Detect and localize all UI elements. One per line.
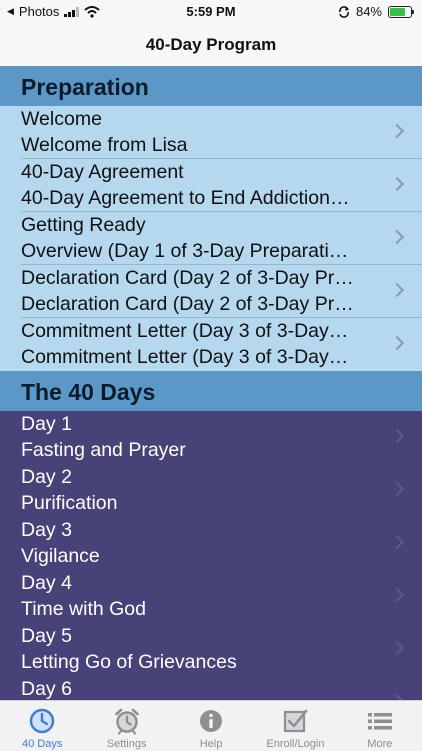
row-title: Day 2: [21, 466, 72, 488]
tab-settings[interactable]: Settings: [84, 701, 168, 751]
tab-enroll-login[interactable]: Enroll/Login: [253, 701, 337, 751]
list-item-welcome[interactable]: Welcome Welcome from Lisa: [0, 106, 422, 159]
chevron-right-icon: [389, 335, 405, 351]
chevron-right-icon: [389, 428, 405, 444]
row-title: Day 1: [21, 413, 72, 435]
tab-help[interactable]: Help: [169, 701, 253, 751]
row-title: Getting Ready: [21, 214, 146, 236]
row-title: Day 6: [21, 678, 72, 700]
row-title: 40-Day Agreement: [21, 161, 184, 183]
status-right: 84%: [338, 4, 414, 19]
row-title: Welcome: [21, 108, 102, 130]
row-subtitle: Commitment Letter (Day 3 of 3-Day…: [21, 346, 349, 368]
row-subtitle: Vigilance: [21, 545, 100, 567]
row-subtitle: Welcome from Lisa: [21, 134, 188, 156]
chevron-right-icon: [389, 481, 405, 497]
chevron-right-icon: [389, 640, 405, 656]
tab-bar: 40 Days Settings Help Enroll/Login More: [0, 700, 422, 751]
section-header-40-days: The 40 Days: [0, 371, 422, 411]
chevron-right-icon: [389, 587, 405, 603]
page-title: 40-Day Program: [145, 35, 277, 54]
row-title: Day 4: [21, 572, 72, 594]
row-subtitle: Fasting and Prayer: [21, 439, 186, 461]
tab-40-days[interactable]: 40 Days: [0, 701, 84, 751]
battery-percent: 84%: [355, 4, 382, 19]
row-subtitle: Declaration Card (Day 2 of 3-Day Pr…: [21, 293, 354, 315]
rotation-lock-icon: [339, 5, 349, 18]
tab-label: Settings: [106, 738, 147, 750]
tab-label: 40 Days: [22, 738, 63, 750]
tab-label: More: [367, 738, 393, 750]
chevron-right-icon: [389, 282, 405, 298]
row-subtitle: Letting Go of Grievances: [21, 651, 237, 673]
list-item-day-3[interactable]: Day 3 Vigilance: [0, 517, 422, 570]
status-bar: ◀ Photos 5:59 PM 84%: [0, 0, 422, 24]
row-title: Day 3: [21, 519, 72, 541]
program-list[interactable]: Preparation Welcome Welcome from Lisa 40…: [0, 66, 422, 700]
clock-icon: [30, 708, 55, 734]
tab-more[interactable]: More: [338, 701, 422, 751]
tab-label: Enroll/Login: [266, 738, 325, 750]
row-title: Day 5: [21, 625, 72, 647]
list-item-day-1[interactable]: Day 1 Fasting and Prayer: [0, 411, 422, 464]
section-header-preparation: Preparation: [0, 66, 422, 106]
row-subtitle: Overview (Day 1 of 3-Day Preparati…: [21, 240, 349, 262]
navigation-bar: 40-Day Program: [0, 24, 422, 67]
row-subtitle: Time with God: [21, 598, 146, 620]
row-title: Commitment Letter (Day 3 of 3-Day…: [21, 320, 349, 342]
chevron-right-icon: [389, 123, 405, 139]
alarm-clock-icon: [114, 708, 139, 735]
list-item-getting-ready[interactable]: Getting Ready Overview (Day 1 of 3-Day P…: [0, 212, 422, 265]
list-icon: [367, 713, 392, 730]
list-item-commitment-letter[interactable]: Commitment Letter (Day 3 of 3-Day… Commi…: [0, 318, 422, 371]
list-item-day-6[interactable]: Day 6: [0, 676, 422, 700]
preparation-rows: Welcome Welcome from Lisa 40-Day Agreeme…: [0, 106, 422, 371]
list-item-day-4[interactable]: Day 4 Time with God: [0, 570, 422, 623]
list-item-day-2[interactable]: Day 2 Purification: [0, 464, 422, 517]
chevron-right-icon: [389, 534, 405, 550]
days-rows: Day 1 Fasting and Prayer Day 2 Purificat…: [0, 411, 422, 700]
list-item-agreement[interactable]: 40-Day Agreement 40-Day Agreement to End…: [0, 159, 422, 212]
row-title: Declaration Card (Day 2 of 3-Day Pr…: [21, 267, 354, 289]
list-item-day-5[interactable]: Day 5 Letting Go of Grievances: [0, 623, 422, 676]
list-item-declaration-card[interactable]: Declaration Card (Day 2 of 3-Day Pr… Dec…: [0, 265, 422, 318]
tab-label: Help: [199, 738, 223, 750]
checkbox-icon: [284, 709, 308, 733]
info-icon: [200, 710, 223, 732]
battery-icon: [388, 5, 414, 18]
chevron-right-icon: [389, 176, 405, 192]
row-subtitle: Purification: [21, 492, 118, 514]
row-subtitle: 40-Day Agreement to End Addiction…: [21, 187, 350, 209]
chevron-right-icon: [389, 229, 405, 245]
